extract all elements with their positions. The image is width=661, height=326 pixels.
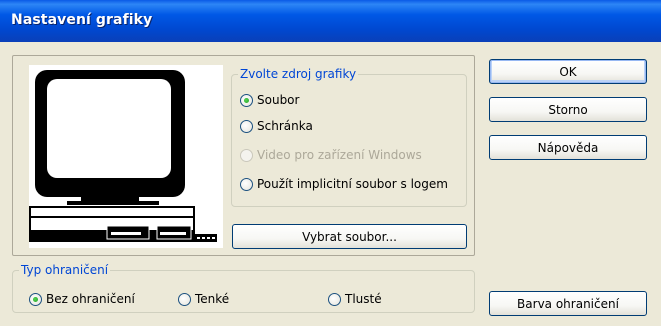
- radio-label: Tenké: [195, 292, 230, 306]
- graphic-preview: [29, 65, 223, 248]
- select-file-button[interactable]: Vybrat soubor...: [232, 224, 467, 249]
- source-group-legend: Zvolte zdroj grafiky: [238, 67, 359, 81]
- radio-circle[interactable]: [240, 119, 253, 133]
- radio-soubor[interactable]: Soubor: [240, 93, 299, 107]
- border-type-legend: Typ ohraničení: [19, 263, 111, 277]
- computer-monitor-icon: [29, 70, 217, 242]
- help-button[interactable]: Nápověda: [489, 135, 647, 160]
- radio-label: Tlusté: [345, 292, 382, 306]
- radio-label: Soubor: [257, 93, 300, 107]
- radio-circle[interactable]: [29, 292, 42, 306]
- radio-circle[interactable]: [178, 292, 191, 306]
- cancel-button[interactable]: Storno: [489, 97, 647, 122]
- ok-button[interactable]: OK: [489, 59, 647, 84]
- radio-circle: [240, 148, 253, 162]
- radio-video: Video pro zařízení Windows: [240, 148, 422, 162]
- radio-label: Bez ohraničení: [46, 292, 135, 306]
- radio-bez-ohraniceni[interactable]: Bez ohraničení: [29, 292, 135, 306]
- radio-label: Schránka: [257, 119, 313, 133]
- radio-tluste[interactable]: Tlusté: [328, 292, 382, 306]
- radio-label: Video pro zařízení Windows: [257, 148, 422, 162]
- radio-tenke[interactable]: Tenké: [178, 292, 229, 306]
- title-bar[interactable]: Nastavení grafiky: [0, 0, 661, 42]
- border-color-button[interactable]: Barva ohraničení: [489, 291, 647, 316]
- dialog-window: Nastavení grafiky Zvolte zdroj grafiky S…: [0, 0, 661, 326]
- radio-schranka[interactable]: Schránka: [240, 119, 313, 133]
- radio-circle[interactable]: [240, 93, 253, 107]
- radio-label: Použít implicitní soubor s logem: [257, 177, 448, 191]
- window-title: Nastavení grafiky: [11, 12, 153, 28]
- radio-implicit-logo[interactable]: Použít implicitní soubor s logem: [240, 177, 448, 191]
- radio-circle[interactable]: [240, 177, 253, 191]
- radio-circle[interactable]: [328, 292, 341, 306]
